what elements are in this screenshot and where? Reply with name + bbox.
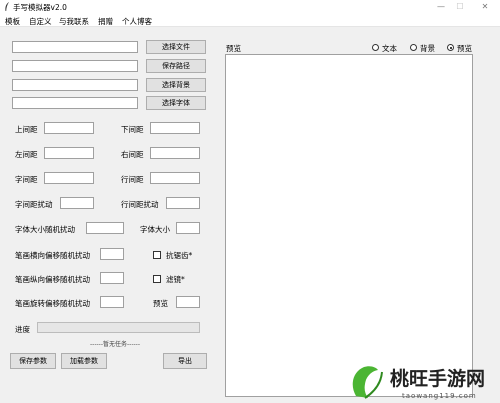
mode-preview-radio[interactable] [447,44,454,51]
font-size-jitter-input[interactable] [86,222,124,234]
stroke-v-jitter-label: 笔画纵向偏移随机扰动 [15,275,90,284]
mode-preview-label: 预览 [457,44,472,53]
menu-custom[interactable]: 自定义 [29,16,52,27]
mode-background-radio[interactable] [410,44,417,51]
top-margin-input[interactable] [44,122,94,134]
antialias-checkbox[interactable] [153,251,161,259]
preview-label: 预览 [226,44,241,53]
font-field[interactable] [12,97,138,109]
stroke-rot-jitter-input[interactable] [100,296,124,308]
left-margin-label: 左间距 [15,150,38,159]
char-spacing-jitter-label: 字间距扰动 [15,200,53,209]
site-watermark-logo: 桃旺手游网 taowang119.com [352,366,485,400]
bottom-margin-label: 下间距 [121,125,144,134]
svg-text:taowang119.com: taowang119.com [402,392,477,400]
preview-param-input[interactable] [176,296,200,308]
char-spacing-label: 字间距 [15,175,38,184]
select-background-button[interactable]: 选择背景 [146,78,206,92]
close-button[interactable]: ✕ [474,1,496,13]
top-margin-label: 上间距 [15,125,38,134]
stroke-h-jitter-input[interactable] [100,248,124,260]
background-field[interactable] [12,79,138,91]
font-size-input[interactable] [176,222,200,234]
antialias-label: 抗锯齿* [166,251,193,260]
stroke-rot-jitter-label: 笔画旋转偏移随机扰动 [15,299,90,308]
right-margin-input[interactable] [150,147,200,159]
load-params-button[interactable]: 加载参数 [61,353,107,369]
title-bar: 手写模拟器v2.0 — ☐ ✕ [0,0,500,14]
text-file-field[interactable] [12,41,138,53]
menu-contact[interactable]: 与我联系 [59,16,89,27]
feather-pen-icon [5,2,9,11]
line-spacing-jitter-input[interactable] [166,197,200,209]
menu-blog[interactable]: 个人博客 [122,16,152,27]
font-size-jitter-label: 字体大小随机扰动 [15,225,75,234]
window-title: 手写模拟器v2.0 [13,3,67,12]
filter-label: 滤镜* [166,275,185,284]
export-button[interactable]: 导出 [163,353,207,369]
select-font-button[interactable]: 选择字体 [146,96,206,110]
stroke-v-jitter-input[interactable] [100,272,124,284]
char-spacing-jitter-input[interactable] [60,197,94,209]
char-spacing-input[interactable] [44,172,94,184]
right-margin-label: 右间距 [121,150,144,159]
bottom-margin-input[interactable] [150,122,200,134]
mode-text-label: 文本 [382,44,397,53]
menu-donate[interactable]: 捐赠 [98,16,113,27]
preview-param-label: 预览 [153,299,168,308]
menu-template[interactable]: 模板 [5,16,20,27]
stroke-h-jitter-label: 笔画横向偏移随机扰动 [15,251,90,260]
mode-background-label: 背景 [420,44,435,53]
status-text: ------暂无任务------ [90,341,140,348]
save-path-field[interactable] [12,60,138,72]
save-path-button[interactable]: 保存路径 [146,59,206,73]
select-file-button[interactable]: 选择文件 [146,40,206,54]
progress-label: 进度 [15,325,30,334]
line-spacing-jitter-label: 行间距扰动 [121,200,159,209]
menu-bar: 模板 自定义 与我联系 捐赠 个人博客 [0,14,500,27]
left-margin-input[interactable] [44,147,94,159]
maximize-button[interactable]: ☐ [449,1,471,13]
line-spacing-input[interactable] [150,172,200,184]
svg-text:桃旺手游网: 桃旺手游网 [390,367,485,390]
save-params-button[interactable]: 保存参数 [10,353,56,369]
filter-checkbox[interactable] [153,275,161,283]
preview-canvas [225,54,473,397]
progress-bar [37,322,200,333]
line-spacing-label: 行间距 [121,175,144,184]
font-size-label: 字体大小 [140,225,170,234]
mode-text-radio[interactable] [372,44,379,51]
